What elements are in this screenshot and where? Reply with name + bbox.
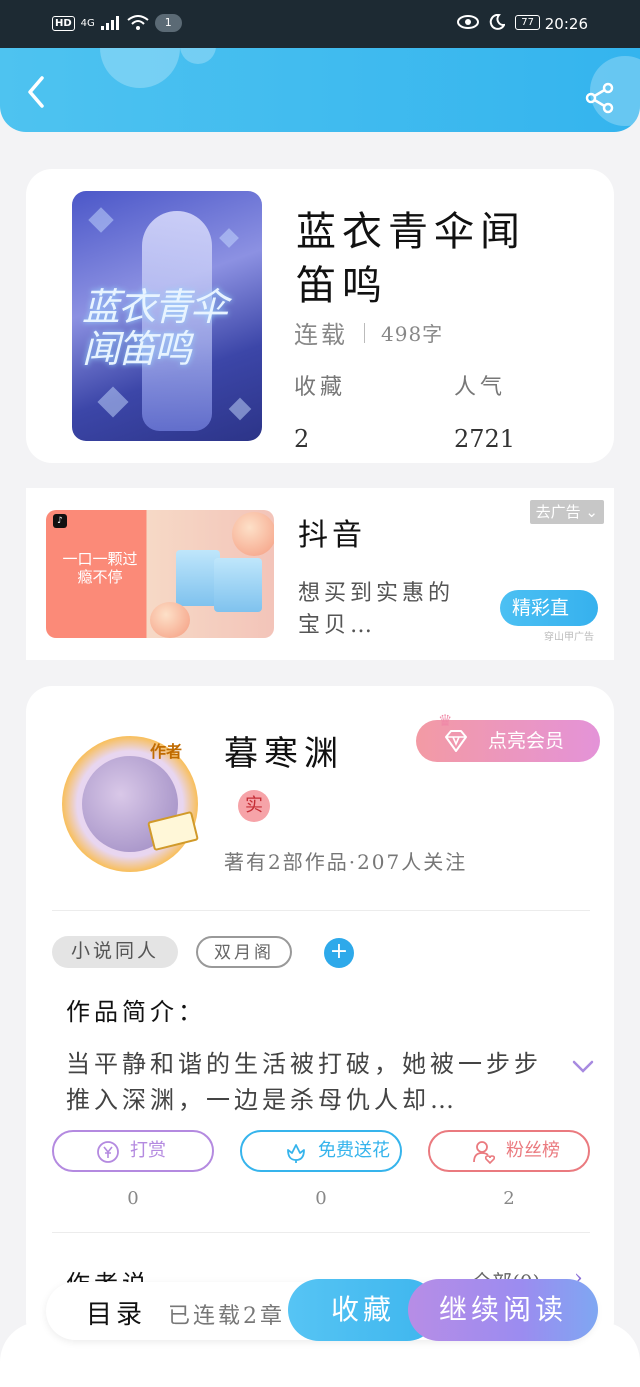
divider xyxy=(52,1232,590,1233)
send-flower-label: 免费送花 xyxy=(318,1140,390,1161)
send-flower-button[interactable]: 免费送花 xyxy=(240,1130,402,1172)
hd-indicator: HD xyxy=(52,15,75,31)
decor-bubble xyxy=(180,48,216,64)
tag-chip[interactable]: 小说同人 xyxy=(52,936,178,968)
top-app-bar xyxy=(0,48,640,132)
flower-count: 0 xyxy=(315,1188,327,1209)
user-heart-icon xyxy=(473,1141,496,1164)
catalog-button[interactable]: 目录 xyxy=(86,1294,146,1331)
divider xyxy=(52,910,590,911)
fan-rank-button[interactable]: 粉丝榜 xyxy=(428,1130,590,1172)
favorites-value: 2 xyxy=(294,425,310,453)
tip-label: 打赏 xyxy=(130,1140,166,1161)
favorites-label: 收藏 xyxy=(294,375,347,400)
vip-button-label: 点亮会员 xyxy=(488,730,565,752)
book-status-line: 连载 498字 xyxy=(294,315,443,350)
intro-title: 作品简介： xyxy=(66,998,206,1026)
popularity-value: 2721 xyxy=(454,425,516,453)
ad-banner[interactable]: ♪ 一口一颗过瘾不停 抖音 想买到实惠的宝贝… 去广告 ⌄ 精彩直 穿山甲广告 xyxy=(26,488,614,660)
decor-crystal xyxy=(88,207,114,233)
bottom-action-bar: 目录 已连载2章 收藏 继续阅读 xyxy=(46,1279,598,1341)
popularity-label: 人气 xyxy=(454,375,507,400)
chevron-down-icon[interactable] xyxy=(572,1060,594,1074)
tip-count: 0 xyxy=(127,1188,139,1209)
wifi-icon xyxy=(127,15,149,30)
cover-title-art: 蓝衣青伞闻笛鸣 xyxy=(82,285,228,371)
book-cover[interactable]: 蓝衣青伞闻笛鸣 xyxy=(72,191,262,441)
tag-chip[interactable]: 双月阁 xyxy=(196,936,292,968)
add-tag-button[interactable]: + xyxy=(324,938,354,968)
yen-icon xyxy=(97,1141,119,1163)
serial-status-text: 已连载2章 xyxy=(168,1304,285,1329)
verified-badge: 实 xyxy=(238,790,270,822)
decor-bubble xyxy=(100,48,180,88)
continue-reading-button[interactable]: 继续阅读 xyxy=(408,1279,598,1341)
decor-crystal xyxy=(219,228,239,248)
battery-icon: 77 xyxy=(515,14,540,30)
author-card: 作者 暮寒渊 实 ♛ 点亮会员 著有2部作品·207人关注 小说同人 双月阁 +… xyxy=(26,686,614,1346)
decor-crystal xyxy=(228,397,252,421)
clock: 20:26 xyxy=(544,15,588,33)
moon-icon xyxy=(490,14,506,30)
author-avatar[interactable]: 作者 xyxy=(50,726,206,876)
remove-ad-label: 去广告 xyxy=(535,503,581,521)
back-button[interactable] xyxy=(22,74,52,110)
ad-source-label: 穿山甲广告 xyxy=(544,632,594,643)
author-name[interactable]: 暮寒渊 xyxy=(224,726,344,775)
status-divider xyxy=(364,322,365,343)
signal-icon: 4G xyxy=(80,17,95,29)
decor-crystal xyxy=(97,386,129,418)
ad-image-slogan: 一口一颗过瘾不停 xyxy=(62,550,138,586)
author-stats: 著有2部作品·207人关注 xyxy=(224,850,468,874)
cell-bars-icon xyxy=(100,16,119,30)
fan-rank-label: 粉丝榜 xyxy=(506,1140,560,1161)
ad-image[interactable]: ♪ 一口一颗过瘾不停 xyxy=(46,510,274,638)
ad-cta-button[interactable]: 精彩直 xyxy=(500,590,598,626)
diamond-icon xyxy=(445,730,467,752)
eye-icon xyxy=(457,15,480,29)
intro-text: 当平静和谐的生活被打破，她被一步步推入深渊，一边是杀母仇人却… xyxy=(66,1050,542,1114)
book-title: 蓝衣青伞闻笛鸣 xyxy=(296,209,526,309)
flower-icon xyxy=(287,1144,305,1163)
share-button[interactable] xyxy=(584,82,616,114)
status-bar: HD 4G 1 77 20:26 xyxy=(0,0,640,48)
book-info-card: 蓝衣青伞闻笛鸣 蓝衣青伞闻笛鸣 连载 498字 收藏 人气 2 2721 xyxy=(26,169,614,463)
peach-image xyxy=(232,512,274,556)
author-tag: 作者 xyxy=(150,742,183,761)
product-box xyxy=(214,558,262,612)
vip-button[interactable]: ♛ 点亮会员 xyxy=(416,711,600,762)
serial-status: 连载 xyxy=(294,321,348,349)
douyin-icon: ♪ xyxy=(53,514,67,528)
remove-ad-button[interactable]: 去广告 ⌄ xyxy=(529,500,604,524)
ad-description: 想买到实惠的宝贝… xyxy=(298,581,455,638)
fan-count: 2 xyxy=(503,1188,515,1209)
chevron-down-icon: ⌄ xyxy=(585,503,598,521)
word-count: 498字 xyxy=(381,322,444,346)
peach-image xyxy=(150,602,190,638)
notification-count: 1 xyxy=(154,14,182,32)
tip-button[interactable]: 打赏 xyxy=(52,1130,214,1172)
ad-app-name: 抖音 xyxy=(298,518,366,553)
